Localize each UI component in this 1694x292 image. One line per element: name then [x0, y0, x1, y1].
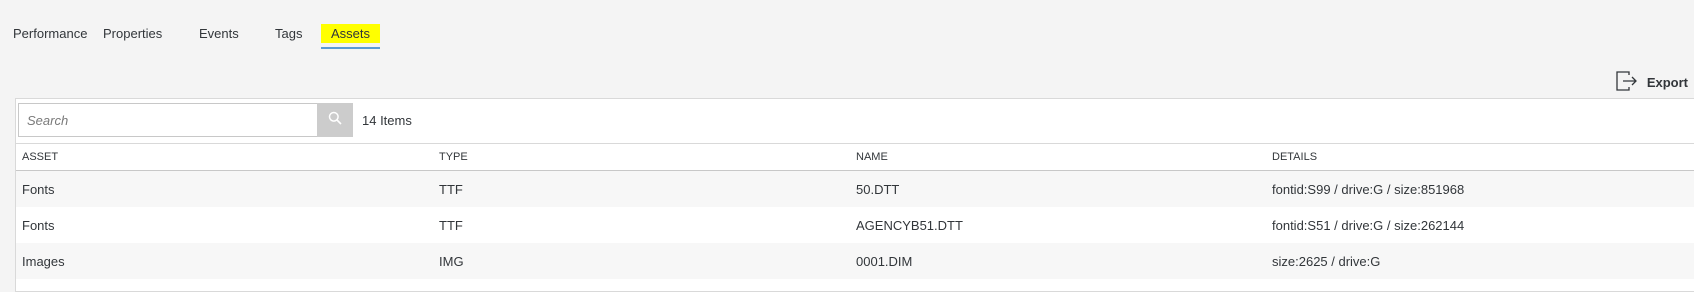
assets-table: ASSET TYPE NAME DETAILS Fonts TTF 50.DTT… — [16, 144, 1694, 279]
cell-name: AGENCYB51.DTT — [856, 217, 963, 233]
cell-asset: Fonts — [16, 170, 433, 207]
tab-tags[interactable]: Tags — [275, 24, 302, 44]
cell-name: 50.DTT — [850, 170, 1266, 207]
cell-type: IMG — [433, 243, 850, 279]
cell-type: TTF — [433, 170, 850, 207]
export-label: Export — [1646, 74, 1688, 90]
table-header-row: ASSET TYPE NAME DETAILS — [16, 144, 1694, 171]
search-icon — [328, 111, 342, 130]
cell-details: fontid:S51 / drive:G / size:262144 — [1272, 217, 1465, 233]
tab-assets[interactable]: Assets — [321, 24, 381, 49]
tab-performance-label: Performance — [13, 26, 88, 41]
cell-details: fontid:S99 / drive:G / size:851968 — [1266, 170, 1694, 207]
tab-properties[interactable]: Properties — [103, 24, 162, 44]
table-row[interactable]: Fonts TTF 50.DTT fontid:S99 / drive:G / … — [16, 170, 1694, 207]
column-header-asset[interactable]: ASSET — [16, 144, 433, 171]
search-input[interactable] — [19, 104, 318, 136]
tab-events[interactable]: Events — [199, 24, 239, 44]
export-icon — [1615, 70, 1639, 95]
tab-properties-label: Properties — [103, 26, 163, 41]
item-count: 14 Items — [362, 113, 412, 128]
column-header-details[interactable]: DETAILS — [1266, 144, 1694, 171]
tab-performance[interactable]: Performance — [13, 24, 87, 44]
export-button[interactable]: Export — [1615, 70, 1688, 94]
search-box — [18, 103, 319, 137]
column-header-name[interactable]: NAME — [850, 144, 1266, 171]
active-tab-underline — [321, 47, 381, 49]
table-row[interactable]: Images IMG 0001.DIM size:2625 / drive:G — [16, 243, 1694, 279]
tab-assets-label: Assets — [321, 24, 381, 43]
tab-events-label: Events — [199, 26, 239, 41]
cell-asset: Images — [16, 243, 433, 279]
cell-type: TTF — [439, 217, 463, 233]
cell-asset: Fonts — [22, 217, 55, 233]
search-button[interactable] — [317, 103, 353, 137]
column-header-type[interactable]: TYPE — [433, 144, 850, 171]
tab-tags-label: Tags — [275, 26, 303, 41]
table-row[interactable]: Fonts TTF AGENCYB51.DTT fontid:S51 / dri… — [16, 207, 1694, 243]
cell-name: 0001.DIM — [850, 243, 1266, 279]
assets-panel: 14 Items ASSET TYPE NAME DETAILS Fonts T… — [15, 98, 1694, 292]
cell-details: size:2625 / drive:G — [1266, 243, 1694, 279]
table-toolbar: 14 Items — [16, 99, 1694, 144]
